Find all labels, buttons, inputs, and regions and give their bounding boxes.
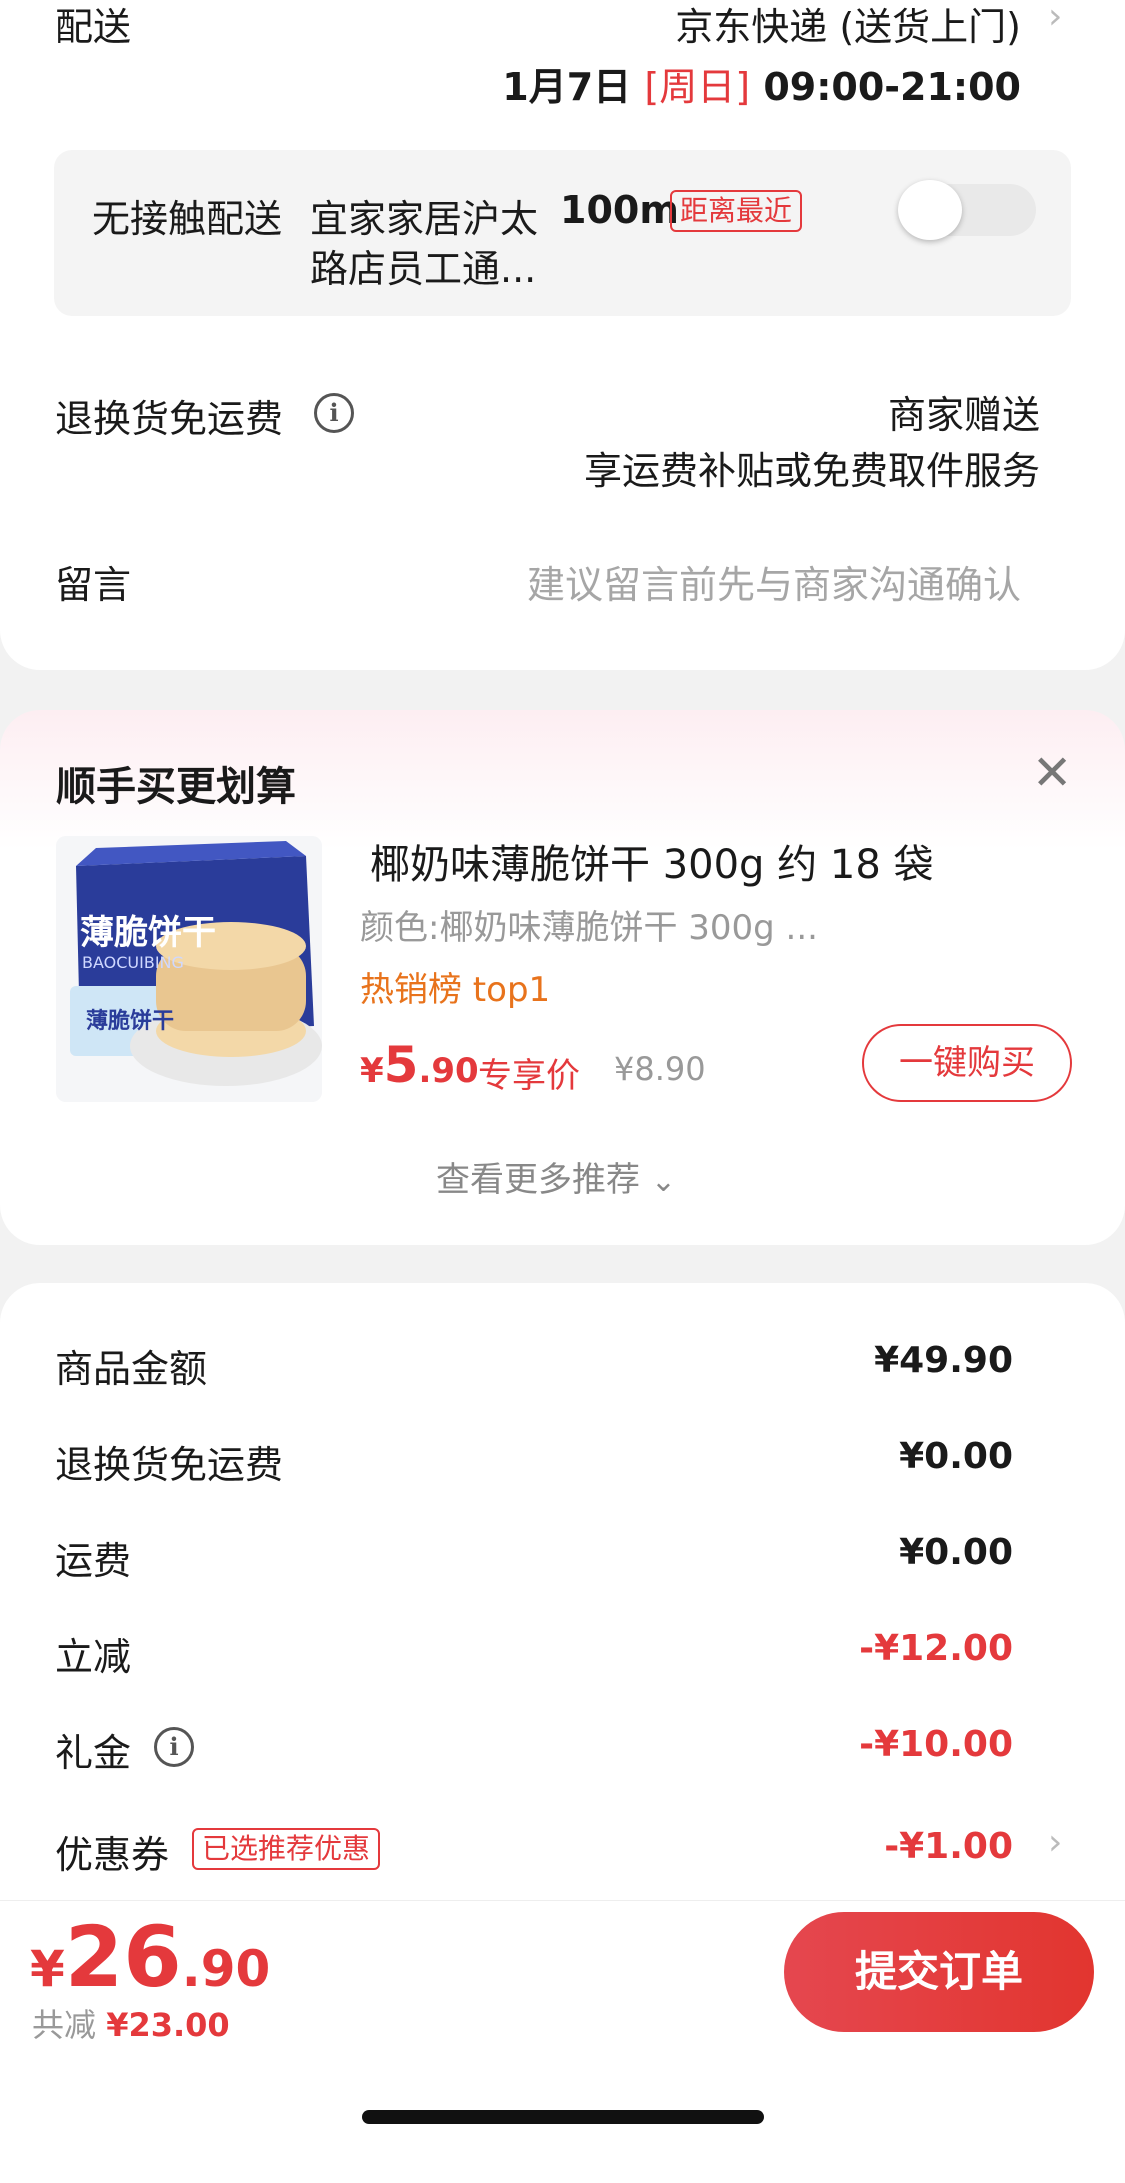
return-shipping-value-line1: 商家赠送 bbox=[887, 393, 1040, 437]
return-shipping-value-line2: 享运费补贴或免费取件服务 bbox=[583, 449, 1040, 493]
coupon-recommend-tag: 已选推荐优惠 bbox=[192, 1828, 381, 1870]
summary-row-value: -¥12.00 bbox=[859, 1628, 1013, 1669]
product-rank: 热销榜 top1 bbox=[360, 970, 551, 1010]
recommend-title: 顺手买更划算 bbox=[56, 764, 296, 810]
message-label: 留言 bbox=[55, 563, 132, 607]
total-currency: ¥ bbox=[30, 1940, 65, 1998]
contactless-location-line2: 路店员工通... bbox=[310, 247, 537, 291]
delivery-date: 1月7日 bbox=[502, 65, 632, 109]
svg-text:薄脆饼干: 薄脆饼干 bbox=[86, 1008, 174, 1034]
toggle-knob bbox=[898, 180, 962, 240]
summary-row-label: 优惠券 bbox=[55, 1833, 170, 1877]
price-int: 5 bbox=[383, 1036, 419, 1094]
delivery-time: 09:00-21:00 bbox=[763, 65, 1021, 109]
svg-text:薄脆饼干: 薄脆饼干 bbox=[80, 913, 216, 953]
cracker-box-illustration: 薄脆饼干 BAOCUIBING 薄脆饼干 bbox=[56, 836, 322, 1102]
saved-label: 共减 bbox=[32, 2006, 97, 2044]
contactless-toggle[interactable] bbox=[898, 180, 1036, 240]
product-spec: 颜色:椰奶味薄脆饼干 300g ... bbox=[360, 908, 818, 948]
summary-row-label: 礼金 bbox=[55, 1731, 132, 1775]
info-icon[interactable]: i bbox=[154, 1727, 194, 1767]
nearest-tag: 距离最近 bbox=[670, 190, 803, 232]
chevron-right-icon[interactable]: › bbox=[1048, 0, 1062, 37]
return-shipping-label: 退换货免运费 bbox=[55, 397, 284, 441]
total-saved: 共减 ¥23.00 bbox=[32, 2000, 230, 2046]
summary-row-value: -¥10.00 bbox=[859, 1724, 1013, 1765]
summary-row-value: ¥0.00 bbox=[899, 1532, 1013, 1573]
view-more-recommend[interactable]: 查看更多推荐 ⌄ bbox=[436, 1152, 676, 1201]
delivery-label: 配送 bbox=[55, 5, 132, 49]
submit-order-button[interactable]: 提交订单 bbox=[784, 1912, 1094, 2032]
summary-row-value: ¥49.90 bbox=[874, 1340, 1013, 1381]
product-image[interactable]: 薄脆饼干 BAOCUIBING 薄脆饼干 bbox=[56, 836, 322, 1102]
summary-row-label: 退换货免运费 bbox=[55, 1443, 284, 1487]
coupon-value[interactable]: -¥1.00 bbox=[884, 1826, 1013, 1867]
info-icon[interactable]: i bbox=[314, 393, 354, 433]
contactless-label: 无接触配送 bbox=[92, 197, 283, 241]
total-dec: .90 bbox=[181, 1940, 271, 1998]
contactless-location-line1: 宜家家居沪太 bbox=[310, 197, 539, 241]
saved-value: ¥23.00 bbox=[106, 2006, 230, 2044]
product-name[interactable]: 椰奶味薄脆饼干 300g 约 18 袋 bbox=[370, 832, 934, 890]
one-click-buy-button[interactable]: 一键购买 bbox=[862, 1024, 1072, 1102]
price-currency: ¥ bbox=[360, 1051, 384, 1091]
summary-row-label: 运费 bbox=[55, 1539, 132, 1583]
delivery-weekday: [周日] bbox=[644, 65, 751, 109]
original-price: ¥8.90 bbox=[614, 1050, 706, 1088]
product-price: ¥5.90 bbox=[360, 1036, 479, 1094]
summary-row-value: ¥0.00 bbox=[899, 1436, 1013, 1477]
chevron-down-icon: ⌄ bbox=[650, 1164, 676, 1199]
total-int: 26 bbox=[64, 1908, 182, 2006]
svg-text:BAOCUIBING: BAOCUIBING bbox=[82, 953, 184, 972]
chevron-right-icon[interactable]: › bbox=[1048, 1822, 1062, 1863]
price-dec: .90 bbox=[418, 1051, 479, 1091]
message-input[interactable]: 建议留言前先与商家沟通确认 bbox=[527, 554, 1021, 609]
summary-row-label: 立减 bbox=[55, 1635, 132, 1679]
summary-row-label: 商品金额 bbox=[55, 1347, 208, 1391]
home-indicator[interactable] bbox=[362, 2110, 764, 2124]
delivery-time-row[interactable]: 1月7日 [周日] 09:00-21:00 bbox=[502, 56, 1021, 111]
contactless-distance: 100m bbox=[560, 188, 679, 232]
close-icon[interactable]: ✕ bbox=[1032, 748, 1072, 798]
total-price: ¥26.90 bbox=[30, 1908, 270, 2006]
price-label: 专享价 bbox=[478, 1056, 580, 1096]
view-more-label: 查看更多推荐 bbox=[436, 1160, 640, 1200]
delivery-method[interactable]: 京东快递 (送货上门) bbox=[675, 0, 1021, 51]
